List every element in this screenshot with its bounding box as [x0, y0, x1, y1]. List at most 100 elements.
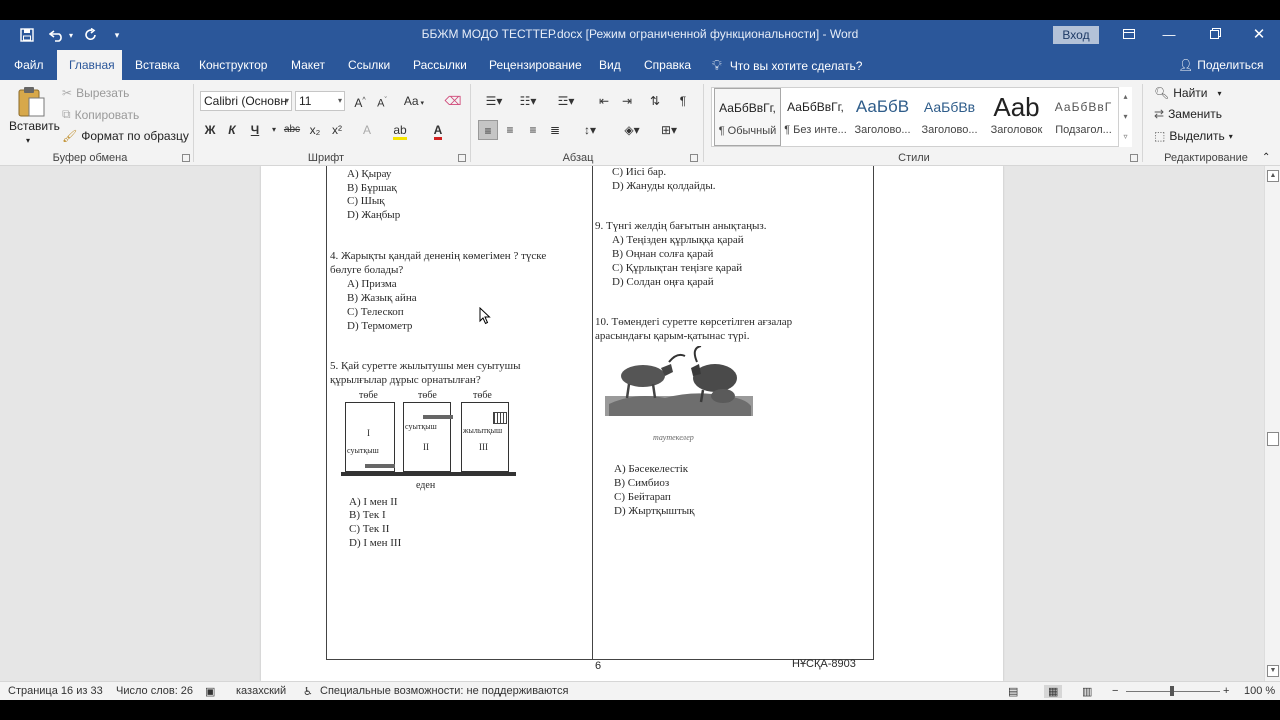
change-case-button[interactable]: Aa ▾: [400, 91, 428, 111]
chevron-down-icon[interactable]: ▾: [1119, 107, 1132, 127]
copy-icon: ⧉: [62, 107, 71, 121]
tab-mailings[interactable]: Рассылки: [401, 50, 479, 80]
borders-icon[interactable]: ⊞▾: [655, 120, 683, 140]
word-count-status[interactable]: Число слов: 26: [116, 685, 193, 697]
tab-review[interactable]: Рецензирование: [477, 50, 594, 80]
minimize-icon[interactable]: —: [1146, 20, 1192, 50]
language-status[interactable]: казахский: [236, 685, 286, 697]
zoom-out-icon[interactable]: −: [1112, 685, 1118, 697]
scroll-down-icon[interactable]: ▼: [1267, 665, 1279, 677]
align-left-icon[interactable]: ≡: [478, 120, 498, 140]
web-layout-icon[interactable]: ▥: [1082, 685, 1092, 698]
format-painter-label: Формат по образцу: [81, 129, 189, 143]
style-heading1[interactable]: АаБбВ Заголово...: [849, 88, 916, 146]
zoom-in-icon[interactable]: +: [1223, 685, 1229, 697]
justify-icon[interactable]: ≣: [545, 120, 565, 140]
tell-me-search[interactable]: 💡︎ Что вы хотите сделать?: [712, 50, 862, 80]
editing-group-label: Редактирование: [1164, 152, 1248, 164]
superscript-button[interactable]: x²: [327, 120, 347, 140]
tab-file[interactable]: Файл: [2, 50, 56, 80]
increase-indent-icon[interactable]: ⇥: [617, 91, 637, 111]
tab-insert[interactable]: Вставка: [123, 50, 192, 80]
top-letterbox: [0, 0, 1280, 20]
italic-button[interactable]: К: [222, 120, 242, 140]
font-name-combo[interactable]: Calibri (Основн ▾: [200, 91, 292, 111]
share-button[interactable]: 👤︎ Поделиться: [1178, 50, 1264, 80]
tab-home[interactable]: Главная: [57, 50, 122, 80]
vertical-scrollbar[interactable]: ▲ ▼: [1264, 166, 1280, 681]
font-size-combo[interactable]: 11 ▾: [295, 91, 345, 111]
find-button[interactable]: 🔍︎ Найти ▾: [1154, 86, 1222, 100]
subscript-button[interactable]: x₂: [305, 120, 325, 140]
option-line: В) Оңнан солға қарай: [612, 248, 714, 260]
cut-button[interactable]: ✂ Вырезать: [62, 86, 129, 100]
tab-layout[interactable]: Макет: [279, 50, 337, 80]
multilevel-list-icon[interactable]: ☲▾: [552, 91, 580, 111]
bold-button[interactable]: Ж: [200, 120, 220, 140]
scroll-up-icon[interactable]: ▲: [1267, 170, 1279, 182]
underline-dropdown-icon[interactable]: ▾: [264, 120, 284, 140]
numbering-icon[interactable]: ☷▾: [514, 91, 542, 111]
align-center-icon[interactable]: ≡: [500, 120, 520, 140]
ribbon-tabs: Файл Главная Вставка Конструктор Макет С…: [0, 50, 1280, 80]
close-icon[interactable]: ✕: [1236, 20, 1280, 50]
text-effects-icon[interactable]: A: [357, 120, 377, 140]
style-heading2[interactable]: АаБбВв Заголово...: [916, 88, 983, 146]
style-subtitle[interactable]: АаБбВвГ Подзагол...: [1050, 88, 1117, 146]
underline-button[interactable]: Ч: [245, 120, 265, 140]
restore-icon[interactable]: [1192, 20, 1238, 50]
tab-help[interactable]: Справка: [632, 50, 703, 80]
styles-gallery-scroll[interactable]: ▴ ▾ ▿: [1118, 87, 1132, 147]
select-button[interactable]: ⬚ Выделить ▾: [1154, 129, 1233, 143]
zoom-level[interactable]: 100 %: [1244, 685, 1275, 697]
tab-view[interactable]: Вид: [587, 50, 633, 80]
paste-icon[interactable]: [16, 86, 50, 118]
highlight-color-icon[interactable]: ab: [390, 120, 410, 140]
page-count-status[interactable]: Страница 16 из 33: [8, 685, 103, 697]
chevron-up-icon[interactable]: ▴: [1119, 87, 1132, 107]
clipboard-dialog-launcher-icon[interactable]: [182, 154, 190, 162]
read-mode-icon[interactable]: ▤: [1008, 685, 1018, 698]
font-dialog-launcher-icon[interactable]: [458, 154, 466, 162]
line-spacing-icon[interactable]: ↕▾: [576, 120, 604, 140]
group-separator: [470, 84, 471, 162]
tab-design[interactable]: Конструктор: [187, 50, 279, 80]
proofing-icon[interactable]: ▣: [205, 685, 215, 698]
grow-font-button[interactable]: A^: [350, 91, 370, 111]
sign-in-button[interactable]: Вход: [1053, 26, 1099, 44]
shrink-font-button[interactable]: Aˇ: [372, 91, 392, 111]
document-page[interactable]: А) Қырау В) Бұршақ С) Шық D) Жаңбыр 4. Ж…: [261, 166, 1003, 681]
sort-icon[interactable]: ⇅: [645, 91, 665, 111]
zoom-slider-thumb[interactable]: [1170, 686, 1174, 696]
font-group-label: Шрифт: [307, 152, 345, 164]
format-painter-button[interactable]: 🖌︎ Формат по образцу: [62, 129, 189, 143]
styles-dialog-launcher-icon[interactable]: [1130, 154, 1138, 162]
ceiling-label: төбе: [418, 390, 437, 401]
replace-button[interactable]: ⇄ Заменить: [1154, 107, 1222, 121]
bullets-icon[interactable]: ☰▾: [480, 91, 508, 111]
font-color-icon[interactable]: A: [428, 120, 448, 140]
paste-button[interactable]: Вставить: [9, 119, 60, 133]
align-right-icon[interactable]: ≡: [523, 120, 543, 140]
shading-icon[interactable]: ◈▾: [618, 120, 646, 140]
print-layout-icon[interactable]: ▦: [1044, 685, 1063, 698]
paste-dropdown-icon[interactable]: ▾: [26, 136, 30, 145]
scroll-thumb[interactable]: [1267, 432, 1279, 446]
decrease-indent-icon[interactable]: ⇤: [594, 91, 614, 111]
group-separator: [703, 84, 704, 162]
style-title[interactable]: Aab Заголовок: [983, 88, 1050, 146]
clear-formatting-icon[interactable]: ⌫: [443, 91, 463, 111]
bottom-letterbox: [0, 700, 1280, 720]
strikethrough-button[interactable]: abc: [282, 120, 302, 140]
paragraph-dialog-launcher-icon[interactable]: [690, 154, 698, 162]
show-formatting-marks-icon[interactable]: ¶: [673, 91, 693, 111]
copy-button[interactable]: ⧉ Копировать: [62, 107, 139, 122]
change-case-label: Aa: [403, 94, 419, 108]
tab-references[interactable]: Ссылки: [336, 50, 402, 80]
collapse-ribbon-icon[interactable]: ⌃: [1262, 152, 1270, 163]
style-normal[interactable]: АаБбВвГг, ¶ Обычный: [714, 88, 781, 146]
more-icon[interactable]: ▿: [1119, 127, 1132, 147]
style-no-spacing[interactable]: АаБбВвГг, ¶ Без инте...: [782, 88, 849, 146]
share-label: Поделиться: [1197, 58, 1264, 72]
accessibility-status[interactable]: Специальные возможности: не поддерживают…: [320, 685, 568, 697]
